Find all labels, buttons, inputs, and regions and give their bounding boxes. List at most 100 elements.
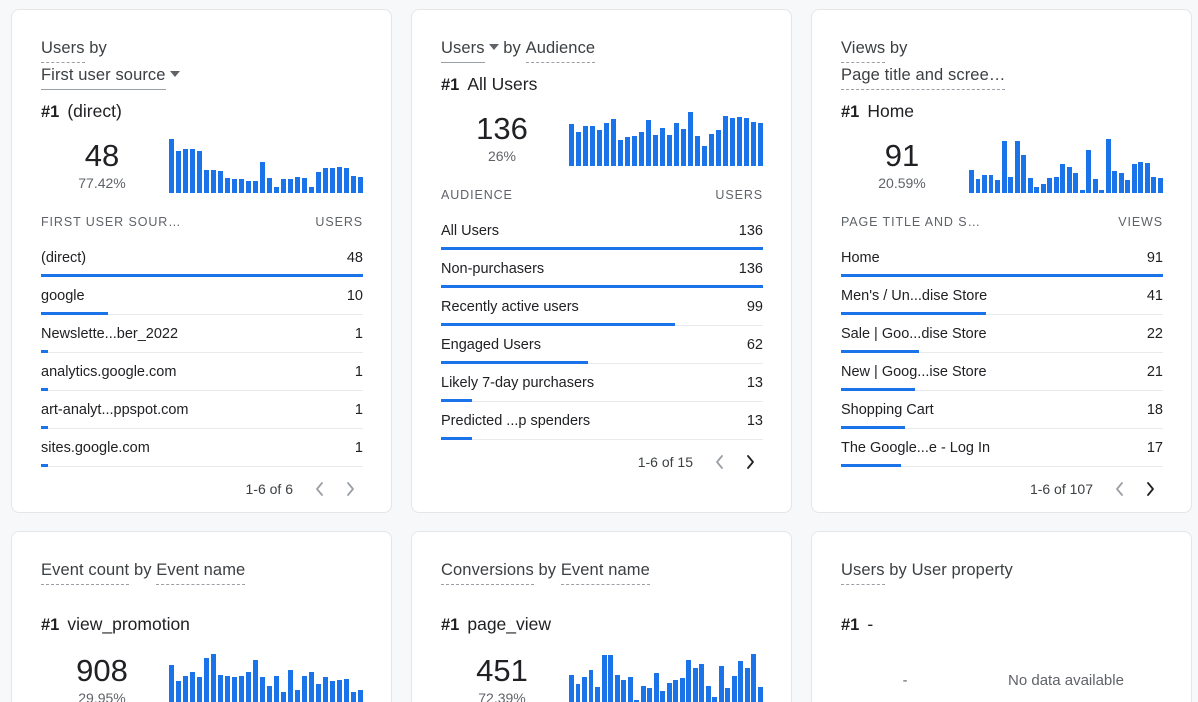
metric-area: 91 20.59% [841,129,1163,193]
card-dimension-selector[interactable]: User property [912,558,1013,584]
table-row[interactable]: (direct)48 [41,239,363,277]
card-title: Users by User property [841,558,1163,585]
table-row-value: 136 [739,223,763,239]
sparkline-bar [716,130,721,166]
card-users-by-user-property[interactable]: Users by User property #1- - No data ava… [811,531,1192,702]
table-row[interactable]: Predicted ...p spenders13 [441,402,763,440]
card-metric-selector[interactable]: Users [841,558,885,585]
next-page-button[interactable] [1137,476,1163,502]
sparkline-bar [1112,171,1117,193]
card-metric-selector[interactable]: Users [441,36,485,63]
sparkline-bar [569,675,574,702]
previous-page-button[interactable] [707,449,733,475]
sparkline-chart [169,137,363,193]
empty-state: - No data available [841,672,1163,689]
card-metric-selector[interactable]: Event count [41,558,129,585]
table-row[interactable]: Shopping Cart18 [841,391,1163,429]
card-metric-label: Event count [41,561,129,579]
sparkline-bar [751,654,756,702]
sparkline-bar [295,690,300,702]
sparkline-bar [288,179,293,193]
card-title-connector: by [890,39,908,57]
card-dimension-label: Event name [156,561,245,579]
table-row-label[interactable]: sites.google.com [41,440,162,456]
previous-page-button[interactable] [1107,476,1133,502]
sparkline-bar [1047,178,1052,193]
table-row-label[interactable]: Engaged Users [441,337,553,353]
card-metric-selector[interactable]: Users [41,36,85,63]
card-users-by-first-user-source[interactable]: Users by First user source #1(direct) 48… [11,9,392,513]
table-row-inner: Sale | Goo...dise Store22 [841,315,1163,352]
card-dimension-selector[interactable]: Audience [526,36,596,63]
card-views-by-page-title[interactable]: Views by Page title and scree… #1Home 91… [811,9,1192,513]
next-page-button[interactable] [337,476,363,502]
chevron-down-icon[interactable] [489,44,499,50]
card-dimension-label: Page title and scree… [841,66,1005,84]
metric-percent: 26% [441,146,563,166]
analytics-dashboard: Users by First user source #1(direct) 48… [0,0,1198,702]
sparkline-bar [745,668,750,702]
card-dimension-selector[interactable]: Page title and scree… [841,63,1005,90]
table-row[interactable]: Non-purchasers136 [441,250,763,288]
table-row-label[interactable]: Predicted ...p spenders [441,413,602,429]
card-dimension-selector[interactable]: Event name [156,558,245,585]
table-row-label[interactable]: art-analyt...ppspot.com [41,402,201,418]
table-row-label[interactable]: Sale | Goo...dise Store [841,326,999,342]
table-row-label[interactable]: Recently active users [441,299,591,315]
sparkline-bar [621,680,626,702]
table-row-label[interactable]: New | Goog...ise Store [841,364,999,380]
sparkline-bar [190,672,195,702]
sparkline-bar [576,684,581,702]
card-users-by-audience[interactable]: Users by Audience #1All Users 136 26% AU… [411,9,792,513]
card-metric-selector[interactable]: Views [841,36,885,63]
table-row[interactable]: analytics.google.com1 [41,353,363,391]
sparkline-bar [316,684,321,702]
table-row[interactable]: google10 [41,277,363,315]
table-row[interactable]: Men's / Un...dise Store41 [841,277,1163,315]
table-row-label[interactable]: (direct) [41,250,98,266]
sparkline-bar [274,187,279,193]
sparkline-bar [706,686,711,702]
card-metric-selector[interactable]: Conversions [441,558,534,585]
card-event-count-by-event-name[interactable]: Event count by Event name #1view_promoti… [11,531,392,702]
table-row[interactable]: Engaged Users62 [441,326,763,364]
sparkline-bar [982,175,987,193]
table-row-label[interactable]: The Google...e - Log In [841,440,1002,456]
table-row[interactable]: The Google...e - Log In17 [841,429,1163,467]
table-row-label[interactable]: Likely 7-day purchasers [441,375,606,391]
sparkline-bar [680,678,685,702]
rank-badge: #1 [441,616,459,634]
table-row[interactable]: art-analyt...ppspot.com1 [41,391,363,429]
table-row-label[interactable]: Newslette...ber_2022 [41,326,190,342]
table-row-value: 13 [747,375,763,391]
sparkline-bar [646,120,651,166]
table-row[interactable]: sites.google.com1 [41,429,363,467]
table-row-label[interactable]: All Users [441,223,511,239]
table-row-progress-bar [441,437,472,440]
card-dimension-selector[interactable]: Event name [561,558,650,585]
table-row[interactable]: New | Goog...ise Store21 [841,353,1163,391]
card-dimension-selector[interactable]: First user source [41,63,166,90]
table-row[interactable]: All Users 136 [441,212,763,250]
table-row[interactable]: Recently active users99 [441,288,763,326]
table-row[interactable]: Home91 [841,239,1163,277]
table-row[interactable]: Newslette...ber_20221 [41,315,363,353]
previous-page-button[interactable] [307,476,333,502]
sparkline-bar [632,136,637,166]
table-row-label[interactable]: Men's / Un...dise Store [841,288,999,304]
metric-summary: 451 72.39% [441,654,569,702]
next-page-button[interactable] [737,449,763,475]
table-row-label[interactable]: google [41,288,97,304]
table-row-label[interactable]: analytics.google.com [41,364,188,380]
card-conversions-by-event-name[interactable]: Conversions by Event name #1page_view 45… [411,531,792,702]
table-row-label[interactable]: Shopping Cart [841,402,946,418]
sparkline-bar [1086,150,1091,193]
table-row[interactable]: Likely 7-day purchasers 13 [441,364,763,402]
chevron-down-icon[interactable] [170,71,180,77]
table-row[interactable]: Sale | Goo...dise Store22 [841,315,1163,353]
table-row-inner: The Google...e - Log In17 [841,429,1163,466]
table-row-label[interactable]: Home [841,250,892,266]
table-row-label[interactable]: Non-purchasers [441,261,556,277]
metric-area: 136 26% [441,102,763,166]
sparkline-bar [989,175,994,193]
